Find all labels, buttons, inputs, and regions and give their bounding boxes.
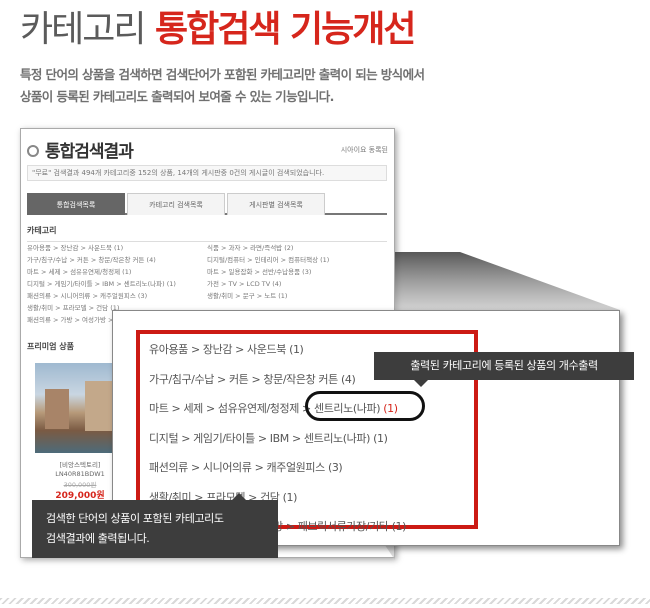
category-link[interactable]: 식품 > 과자 > 라면/즉석밥 (2) (207, 242, 387, 254)
category-link[interactable]: 마트 > 세제 > 섬유유연제/청정제 (1) (27, 266, 207, 278)
tab-board[interactable]: 게시판별 검색목록 (227, 193, 325, 215)
category-link[interactable]: 가전 > TV > LCD TV (4) (207, 278, 387, 290)
category-link[interactable]: 디지털/컴퓨터 > 인테리어 > 컴퓨터책상 (1) (207, 254, 387, 266)
list-item[interactable]: 유아용품 > 장난감 > 사운드북 (1) (149, 341, 406, 371)
top-right-text: 시아이요 동록된 (340, 146, 388, 154)
desc-line-1: 특정 단어의 상품을 검색하면 검색단어가 포함된 카테고리만 출력이 되는 방… (20, 67, 425, 82)
info-bar: "무료" 검색결과 494개 카테고리중 152의 상품, 14개의 게시판중 … (27, 165, 387, 181)
title-gray: 카테고리 (20, 9, 146, 50)
tooltip-line-2: 검색결과에 출력됩니다. (46, 532, 150, 545)
tooltip-category: 검색한 단어의 상품이 포함된 카테고리도 검색결과에 출력됩니다. (32, 493, 278, 558)
tab-category[interactable]: 카테고리 검색목록 (127, 193, 225, 215)
category-link[interactable]: 생활/취미 > 문구 > 노트 (1) (207, 290, 387, 302)
list-item[interactable]: 디지털 > 게임기/타이틀 > IBM > 센트리노(나파) (1) (149, 430, 406, 460)
page-title: 카테고리 통합검색 기능개선 (20, 8, 417, 52)
tab-integrated[interactable]: 통합검색목록 (27, 193, 125, 215)
list-item: 마트 > 세제 > 섬유유연제/청정제 (1) 마트 > 일용잡화 > 선반/수납… (27, 266, 387, 278)
tooltip-count: 출력된 카테고리에 등록된 상품의 개수출력 (374, 352, 634, 387)
category-link[interactable]: 마트 > 일용잡화 > 선반/수납용품 (3) (207, 266, 387, 278)
description: 특정 단어의 상품을 검색하면 검색단어가 포함된 카테고리만 출력이 되는 방… (20, 64, 500, 108)
magnifier-icon (27, 145, 39, 157)
category-heading: 카테고리 (27, 226, 57, 235)
result-tabs: 통합검색목록 카테고리 검색목록 게시판별 검색목록 (27, 193, 387, 215)
list-item: 디지털 > 게임기/타이틀 > IBM > 센트리노(나파) (1) 가전 > T… (27, 278, 387, 290)
desc-line-2: 상품이 등록된 카테고리도 출력되어 보여줄 수 있는 기능입니다. (20, 89, 334, 104)
premium-heading: 프리미엄 상품 (27, 342, 74, 351)
list-item: 가구/침구/수납 > 커튼 > 창문/작은창 커튼 (4) 디지털/컴퓨터 > 인… (27, 254, 387, 266)
list-item: 유아용품 > 장난감 > 사운드북 (1) 식품 > 과자 > 라면/즉석밥 (2… (27, 242, 387, 254)
category-link[interactable]: 유아용품 > 장난감 > 사운드북 (1) (27, 242, 207, 254)
tooltip-line-1: 검색한 단어의 상품이 포함된 카테고리도 (46, 512, 224, 525)
category-link[interactable]: 가구/침구/수납 > 커튼 > 창문/작은창 커튼 (4) (27, 254, 207, 266)
category-link[interactable]: 디지털 > 게임기/타이틀 > IBM > 센트리노(나파) (1) (27, 278, 207, 290)
list-item[interactable]: 패션의류 > 시니어의류 > 캐주얼원피스 (3) (149, 459, 406, 489)
bottom-divider (0, 598, 650, 604)
list-item: 패션의류 > 시니어의류 > 캐주얼원피스 (3) 생활/취미 > 문구 > 노트… (27, 290, 387, 302)
title-red: 통합검색 기능개선 (155, 9, 416, 50)
search-result-title: 통합검색결과 (27, 137, 134, 162)
category-link[interactable]: 패션의류 > 시니어의류 > 캐주얼원피스 (3) (27, 290, 207, 302)
highlight-oval (305, 391, 425, 421)
